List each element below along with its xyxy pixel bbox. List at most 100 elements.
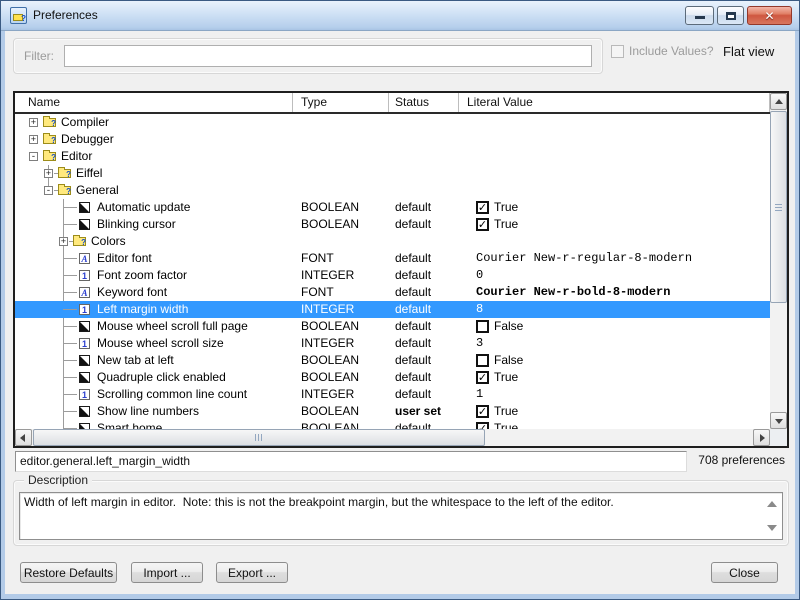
export-button[interactable]: Export ...: [216, 562, 288, 583]
pref-row[interactable]: AEditor fontFONTdefaultCourier New-r-reg…: [15, 250, 770, 267]
column-header-status[interactable]: Status: [389, 93, 459, 112]
boolean-pref-icon: [79, 355, 90, 366]
minimize-button[interactable]: [685, 6, 714, 25]
pref-row[interactable]: 1Font zoom factorINTEGERdefault0: [15, 267, 770, 284]
literal-value-cell: Courier New-r-bold-8-modern: [459, 284, 770, 301]
pref-row[interactable]: Automatic updateBOOLEANdefault✓True: [15, 199, 770, 216]
maximize-button[interactable]: [717, 6, 744, 25]
pref-row[interactable]: +?Debugger: [15, 131, 770, 148]
include-values-checkbox[interactable]: [611, 45, 624, 58]
integer-pref-icon: 1: [79, 389, 90, 400]
pref-row[interactable]: Quadruple click enabledBOOLEANdefault✓Tr…: [15, 369, 770, 386]
close-button[interactable]: ✕: [747, 6, 792, 25]
pref-name-label: Blinking cursor: [97, 216, 176, 233]
column-header-type[interactable]: Type: [293, 93, 389, 112]
tree-tick: [63, 258, 77, 259]
horizontal-scrollbar-thumb[interactable]: [33, 429, 485, 446]
expand-toggle-collapsed[interactable]: +: [29, 135, 38, 144]
name-cell: +? Colors: [15, 233, 293, 250]
expand-toggle-collapsed[interactable]: +: [29, 118, 38, 127]
boolean-pref-icon: [79, 372, 90, 383]
close-dialog-button[interactable]: Close: [711, 562, 778, 583]
pref-row[interactable]: +? Colors: [15, 233, 770, 250]
tree-tick: [63, 360, 77, 361]
expand-toggle-collapsed[interactable]: +: [59, 237, 68, 246]
tree-tick: [63, 224, 77, 225]
column-header-name[interactable]: Name: [15, 93, 293, 112]
caption-buttons: ✕: [685, 6, 792, 25]
flat-view-toggle[interactable]: Flat view: [723, 44, 774, 59]
folder-icon: ?: [43, 118, 56, 127]
pref-name-label: Eiffel: [76, 165, 102, 182]
type-cell: FONT: [293, 250, 389, 267]
arrow-down-icon: [775, 419, 783, 424]
title-bar[interactable]: ? Preferences ✕: [1, 1, 799, 31]
value-checkbox-unchecked[interactable]: [476, 354, 489, 367]
status-cell: default: [389, 199, 459, 216]
expand-toggle-collapsed[interactable]: +: [44, 169, 53, 178]
import-button[interactable]: Import ...: [131, 562, 203, 583]
name-cell: +?Compiler: [15, 114, 293, 131]
expand-toggle-expanded[interactable]: -: [44, 186, 53, 195]
value-checkbox-checked[interactable]: ✓: [476, 405, 489, 418]
tree-tick: [63, 377, 77, 378]
name-cell: Automatic update: [15, 199, 293, 216]
pref-name-label: Colors: [91, 233, 126, 250]
restore-defaults-button[interactable]: Restore Defaults: [20, 562, 117, 583]
scroll-up-button[interactable]: [770, 93, 787, 110]
pref-row[interactable]: Show line numbersBOOLEANuser set✓True: [15, 403, 770, 420]
vertical-scrollbar-thumb[interactable]: [770, 111, 787, 303]
value-checkbox-checked[interactable]: ✓: [476, 218, 489, 231]
name-cell: Smart home: [15, 420, 293, 429]
description-scroll-up-icon[interactable]: [767, 501, 777, 507]
status-cell: [389, 131, 459, 148]
include-values-option[interactable]: Include Values?: [611, 44, 714, 58]
literal-value-cell: 0: [459, 267, 770, 284]
value-checkbox-checked[interactable]: ✓: [476, 201, 489, 214]
pref-row[interactable]: 1Scrolling common line countINTEGERdefau…: [15, 386, 770, 403]
tree-tick: [63, 309, 77, 310]
literal-value-cell: ✓True: [459, 420, 770, 429]
expand-toggle-expanded[interactable]: -: [29, 152, 38, 161]
pref-name-label: Automatic update: [97, 199, 190, 216]
vertical-scrollbar[interactable]: [770, 93, 787, 429]
value-checkbox-checked[interactable]: ✓: [476, 422, 489, 429]
pref-row[interactable]: Mouse wheel scroll full pageBOOLEANdefau…: [15, 318, 770, 335]
scroll-right-button[interactable]: [753, 429, 770, 446]
horizontal-scrollbar[interactable]: [15, 429, 770, 446]
pref-row[interactable]: -?Editor: [15, 148, 770, 165]
name-cell: AEditor font: [15, 250, 293, 267]
pref-row[interactable]: 1Mouse wheel scroll sizeINTEGERdefault3: [15, 335, 770, 352]
value-text: 8: [476, 301, 483, 318]
name-cell: 1Left margin width: [15, 301, 293, 318]
window-title: Preferences: [33, 1, 98, 30]
name-cell: -?General: [15, 182, 293, 199]
pref-row[interactable]: +?Compiler: [15, 114, 770, 131]
scroll-left-button[interactable]: [15, 429, 32, 446]
pref-row[interactable]: -?General: [15, 182, 770, 199]
value-checkbox-unchecked[interactable]: [476, 320, 489, 333]
status-cell: [389, 233, 459, 250]
pref-row[interactable]: Smart homeBOOLEANdefault✓True: [15, 420, 770, 429]
folder-icon: ?: [58, 169, 71, 178]
pref-row[interactable]: Blinking cursorBOOLEANdefault✓True: [15, 216, 770, 233]
description-text: Width of left margin in editor. Note: th…: [24, 495, 760, 510]
pref-row[interactable]: 1Left margin widthINTEGERdefault8: [15, 301, 770, 318]
boolean-pref-icon: [79, 219, 90, 230]
question-mark-icon: ?: [81, 239, 86, 247]
column-header-literal-value[interactable]: Literal Value: [459, 93, 770, 112]
pref-row[interactable]: +? Eiffel: [15, 165, 770, 182]
pref-name-label: Mouse wheel scroll size: [97, 335, 224, 352]
pref-name-label: Scrolling common line count: [97, 386, 247, 403]
filter-input[interactable]: [64, 45, 592, 67]
scroll-down-button[interactable]: [770, 412, 787, 429]
description-scroll-down-icon[interactable]: [767, 525, 777, 531]
pref-row[interactable]: New tab at leftBOOLEANdefaultFalse: [15, 352, 770, 369]
pref-row[interactable]: AKeyword fontFONTdefaultCourier New-r-bo…: [15, 284, 770, 301]
literal-value-cell: [459, 165, 770, 182]
tree-tick: [63, 292, 77, 293]
pref-name-label: Show line numbers: [97, 403, 199, 420]
type-cell: BOOLEAN: [293, 420, 389, 429]
question-mark-icon: ?: [66, 188, 71, 196]
value-checkbox-checked[interactable]: ✓: [476, 371, 489, 384]
